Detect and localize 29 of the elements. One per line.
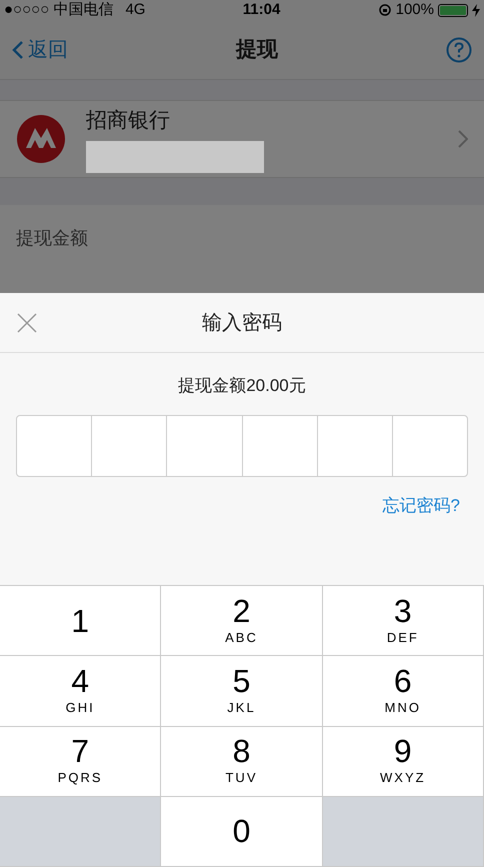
bank-logo: [16, 114, 66, 164]
bank-name: 招商银行: [86, 108, 171, 134]
sheet-subtitle: 提现金额20.00元: [177, 375, 307, 397]
keypad-key[interactable]: 5 JKL: [161, 656, 323, 726]
keypad-key[interactable]: 3 DEF: [322, 586, 484, 656]
carrier-text: ●○○○○ 中国电信: [4, 0, 114, 20]
keypad-key[interactable]: 2 ABC: [161, 586, 323, 656]
keypad-key[interactable]: 9 WXYZ: [322, 726, 484, 797]
keypad-key[interactable]: 8 TUV: [161, 726, 323, 797]
help-icon[interactable]: [446, 36, 472, 62]
battery-percent: 100%: [396, 0, 434, 20]
keypad-key[interactable]: 4 GHI: [0, 656, 162, 726]
page-title: 提现: [236, 36, 278, 63]
password-field[interactable]: [16, 414, 468, 476]
sheet-title: 输入密码: [202, 310, 282, 336]
close-icon[interactable]: [17, 312, 37, 332]
back-chevron-icon: [12, 40, 24, 60]
chevron-right-icon: [458, 130, 468, 148]
forgot-password-link[interactable]: 忘记密码?: [382, 492, 460, 518]
keypad-key[interactable]: 6 MNO: [322, 656, 484, 726]
rotation-lock-icon: [378, 3, 392, 17]
keypad-key[interactable]: 0: [161, 796, 323, 867]
clock-text: 11:04: [242, 0, 280, 20]
keypad-key[interactable]: 1: [0, 586, 162, 656]
amount-label: 提现金额: [16, 227, 89, 250]
battery-icon: [438, 4, 468, 16]
keypad-key[interactable]: 7 PQRS: [0, 726, 162, 797]
network-text: 4G: [125, 0, 146, 20]
charging-icon: [472, 4, 480, 16]
